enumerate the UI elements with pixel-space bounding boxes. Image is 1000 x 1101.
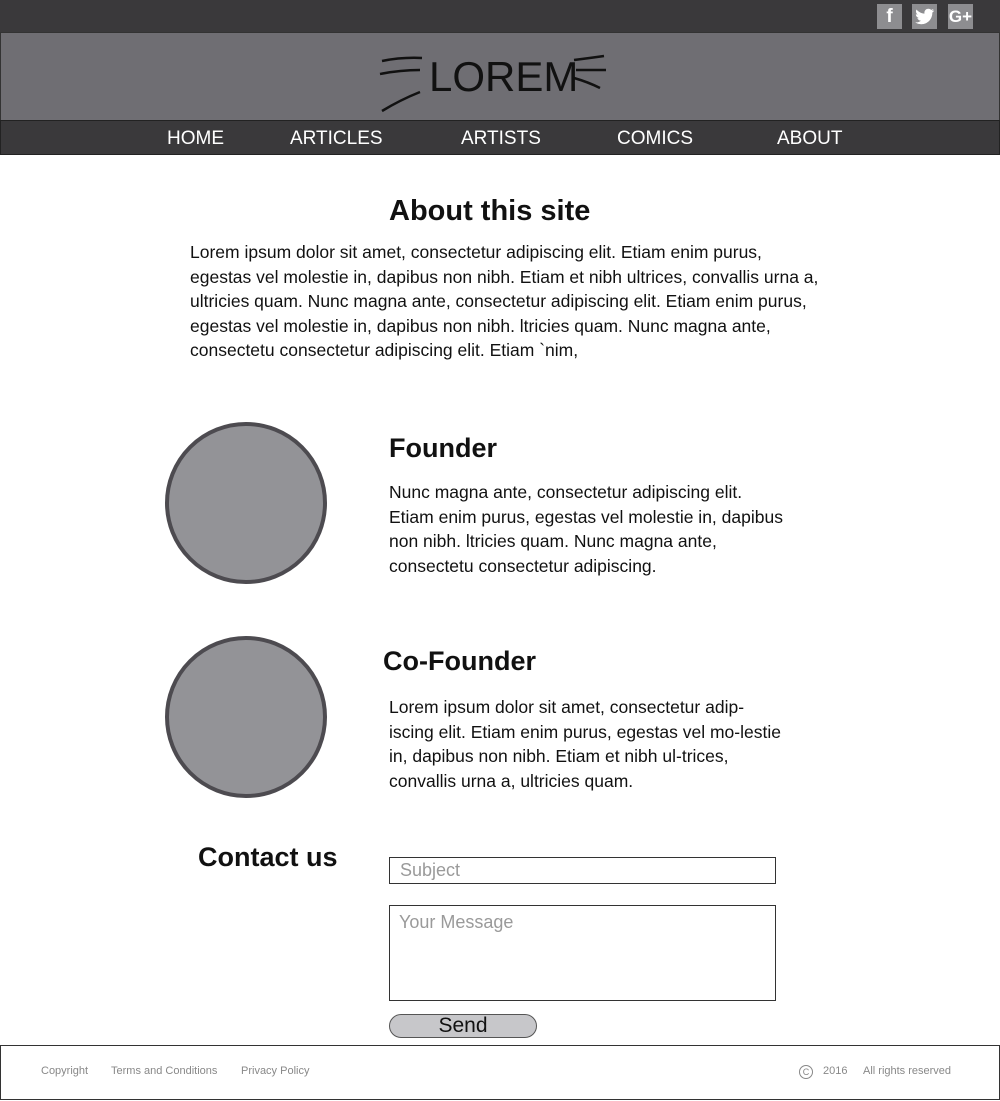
cofounder-body: Lorem ipsum dolor sit amet, consectetur … [389, 697, 781, 791]
footer-copyright-link[interactable]: Copyright [41, 1065, 88, 1077]
facebook-icon-glyph: f [886, 5, 893, 27]
nav-about[interactable]: ABOUT [777, 128, 842, 150]
message-textarea[interactable] [389, 905, 776, 1001]
contact-title: Contact us [198, 842, 338, 872]
twitter-bird-icon [914, 8, 934, 24]
about-body: Lorem ipsum dolor sit amet, consectetur … [190, 242, 819, 360]
footer-terms-link[interactable]: Terms and Conditions [111, 1065, 217, 1077]
nav-comics[interactable]: COMICS [617, 128, 693, 150]
cofounder-title: Co-Founder [383, 646, 536, 676]
copyright-icon: C [799, 1065, 813, 1079]
facebook-icon[interactable]: f [877, 4, 902, 29]
founder-avatar [165, 422, 327, 584]
footer-privacy-link[interactable]: Privacy Policy [241, 1065, 309, 1077]
footer-year: 2016 [823, 1065, 848, 1077]
subject-input[interactable] [389, 857, 776, 884]
about-title: About this site [389, 195, 591, 227]
googleplus-icon[interactable]: G+ [948, 4, 973, 29]
nav-articles[interactable]: ARTICLES [290, 128, 383, 150]
googleplus-icon-glyph: G+ [948, 6, 973, 26]
cofounder-avatar [165, 636, 327, 798]
send-button[interactable]: Send [389, 1014, 537, 1038]
footer-rights: All rights reserved [863, 1065, 952, 1077]
top-bar [0, 0, 1000, 32]
logo-text[interactable]: LOREM [429, 56, 578, 98]
twitter-icon[interactable] [912, 4, 937, 29]
founder-body: Nunc magna ante, consectetur adipiscing … [389, 482, 783, 576]
nav-artists[interactable]: ARTISTS [461, 128, 541, 150]
nav-home[interactable]: HOME [167, 128, 224, 150]
founder-title: Founder [389, 433, 497, 463]
